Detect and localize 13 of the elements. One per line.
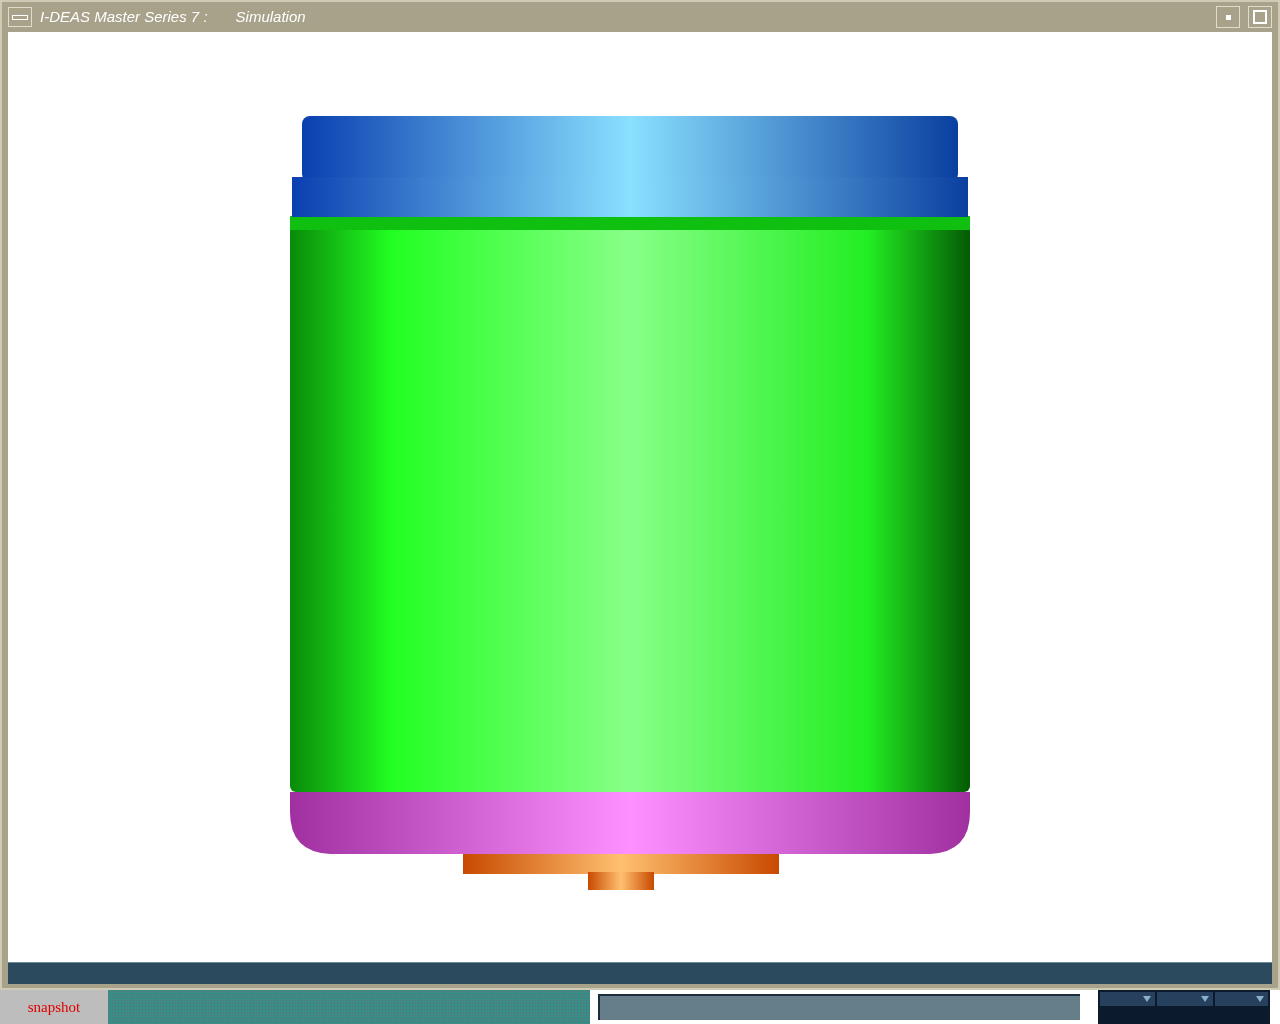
caret-icon: [1200, 996, 1209, 1002]
dropdown-button[interactable]: [1157, 992, 1213, 1006]
dropdown-button[interactable]: [1214, 992, 1268, 1006]
window-menu-button[interactable]: [8, 7, 32, 27]
snapshot-button[interactable]: snapshot: [0, 990, 108, 1024]
input-field[interactable]: [598, 994, 1080, 1020]
caret-icon: [1143, 996, 1152, 1002]
window-subtitle: Simulation: [235, 6, 306, 27]
dropdown-button[interactable]: [1100, 992, 1156, 1006]
window-title: I-DEAS Master Series 7 :: [40, 6, 208, 27]
minimize-button[interactable]: [1216, 6, 1240, 28]
maximize-button[interactable]: [1248, 6, 1272, 28]
caret-icon: [1256, 996, 1264, 1002]
